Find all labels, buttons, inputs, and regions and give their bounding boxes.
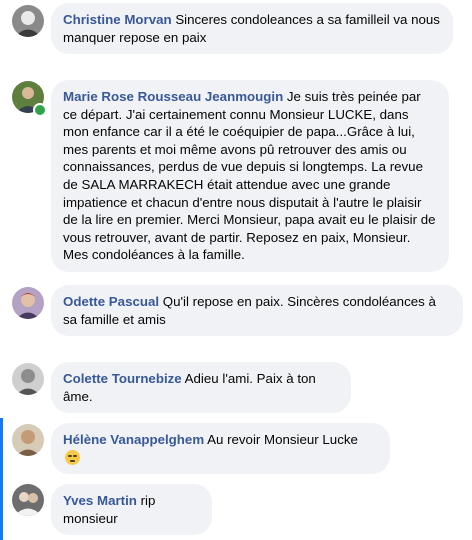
comment-bubble: Christine Morvan Sinceres condoleances a… bbox=[51, 3, 453, 55]
comment-text: Je suis très peinée par ce départ. J'ai … bbox=[63, 89, 436, 263]
author-name[interactable]: Christine Morvan bbox=[63, 12, 172, 27]
avatar[interactable] bbox=[12, 363, 44, 395]
comment-bubble: Odette Pascual Qu'il repose en paix. Sin… bbox=[51, 285, 463, 337]
comment-bubble: Yves Martin rip monsieur bbox=[51, 484, 212, 536]
avatar[interactable] bbox=[12, 287, 44, 319]
author-name[interactable]: Yves Martin bbox=[63, 493, 137, 508]
avatar[interactable] bbox=[12, 484, 44, 516]
avatar[interactable] bbox=[12, 424, 44, 456]
sad-face-emoji-icon bbox=[65, 449, 80, 465]
comment-bubble: Colette Tournebize Adieu l'ami. Paix à t… bbox=[51, 362, 351, 414]
author-name[interactable]: Marie Rose Rousseau Jeanmougin bbox=[63, 89, 283, 104]
author-name[interactable]: Hélène Vanappelghem bbox=[63, 432, 204, 447]
author-name[interactable]: Odette Pascual bbox=[63, 294, 159, 309]
avatar[interactable] bbox=[12, 5, 44, 37]
comment-text: Au revoir Monsieur Lucke bbox=[207, 432, 358, 447]
thread-highlight-bar bbox=[0, 418, 3, 540]
online-status-indicator bbox=[33, 103, 47, 117]
comment-bubble: Marie Rose Rousseau Jeanmougin Je suis t… bbox=[51, 80, 449, 272]
comment-bubble: Hélène Vanappelghem Au revoir Monsieur L… bbox=[51, 423, 390, 475]
author-name[interactable]: Colette Tournebize bbox=[63, 371, 182, 386]
